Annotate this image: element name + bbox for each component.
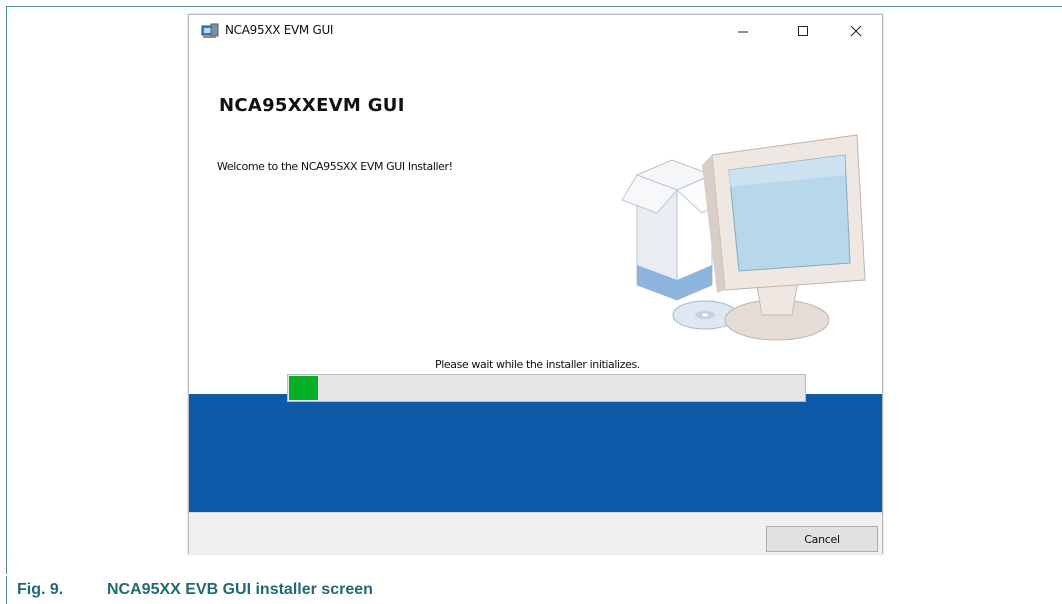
window-title: NCA95XX EVM GUI <box>225 23 334 37</box>
minimize-icon <box>738 31 748 33</box>
caption-number: Fig. 9. <box>17 581 64 598</box>
blue-band <box>189 394 882 512</box>
maximize-icon <box>798 26 808 36</box>
minimize-button[interactable] <box>721 15 765 47</box>
close-icon <box>850 25 862 37</box>
figure-caption: Fig. 9. NCA95XX EVB GUI installer screen <box>6 576 1062 604</box>
welcome-message: Welcome to the NCA95SXX EVM GUI Installe… <box>217 160 453 173</box>
installer-heading: NCA95XXEVM GUI <box>219 95 405 116</box>
installer-window: NCA95XX EVM GUI NCA95XXEVM GUI Welcome t… <box>188 14 883 554</box>
cancel-button[interactable]: Cancel <box>766 526 878 552</box>
title-bar[interactable]: NCA95XX EVM GUI <box>189 15 882 47</box>
computer-illustration <box>621 134 866 341</box>
status-message: Please wait while the installer initiali… <box>435 358 640 371</box>
close-button[interactable] <box>834 15 878 47</box>
progress-fill <box>289 376 319 400</box>
installer-app-icon <box>201 23 219 39</box>
caption-text: NCA95XX EVB GUI installer screen <box>107 581 373 598</box>
progress-bar <box>287 374 806 402</box>
maximize-button[interactable] <box>781 15 825 47</box>
